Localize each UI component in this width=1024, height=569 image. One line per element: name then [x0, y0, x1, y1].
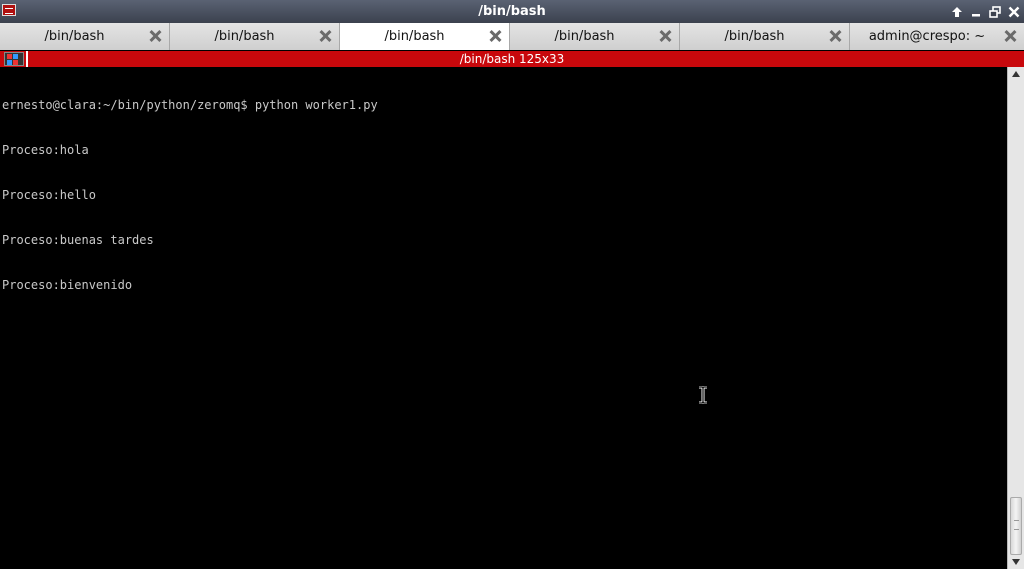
window-title: /bin/bash: [478, 4, 546, 19]
tab-bar: /bin/bash /bin/bash /bin/bash /bin/bash …: [0, 23, 1024, 50]
terminal-output[interactable]: ernesto@clara:~/bin/python/zeromq$ pytho…: [0, 67, 1007, 569]
tab-label: /bin/bash: [214, 29, 275, 44]
terminal-command-line: ernesto@clara:~/bin/python/zeromq$ pytho…: [2, 98, 378, 112]
tab-admin-crespo[interactable]: admin@crespo: ~: [850, 23, 1024, 50]
terminal-app-icon[interactable]: [2, 4, 16, 16]
terminal-line: Proceso:bienvenido: [2, 278, 133, 292]
tab-close-icon[interactable]: [828, 29, 842, 43]
session-header: /bin/bash 125x33: [0, 51, 1024, 67]
tab-close-icon[interactable]: [658, 29, 672, 43]
scrollbar-thumb[interactable]: [1010, 497, 1022, 555]
tab-close-icon[interactable]: [318, 29, 332, 43]
tab-close-icon[interactable]: [1003, 29, 1017, 43]
tab-close-icon[interactable]: [148, 29, 162, 43]
tab-close-icon[interactable]: [488, 29, 502, 43]
split-view-icon[interactable]: [4, 52, 24, 66]
tab-bin-bash-1[interactable]: /bin/bash: [0, 23, 170, 50]
tab-label: admin@crespo: ~: [868, 29, 986, 44]
close-icon[interactable]: [1006, 4, 1022, 20]
scroll-down-arrow-icon[interactable]: [1008, 555, 1024, 569]
session-title: /bin/bash 125x33: [459, 52, 565, 66]
window-controls: [949, 0, 1022, 23]
tab-bin-bash-2[interactable]: /bin/bash: [170, 23, 340, 50]
tab-label: /bin/bash: [724, 29, 785, 44]
up-arrow-icon[interactable]: [949, 4, 965, 20]
text-cursor-icon: [697, 385, 709, 405]
vertical-scrollbar[interactable]: [1007, 67, 1024, 569]
minimize-icon[interactable]: [968, 4, 984, 20]
tab-bin-bash-3-active[interactable]: /bin/bash: [340, 23, 510, 50]
terminal-line: Proceso:buenas tardes: [2, 233, 154, 247]
session-separator: [26, 51, 28, 67]
terminal-line: Proceso:hello: [2, 188, 96, 202]
tab-label: /bin/bash: [554, 29, 615, 44]
scroll-up-arrow-icon[interactable]: [1008, 67, 1024, 81]
tab-bin-bash-5[interactable]: /bin/bash: [680, 23, 850, 50]
terminal-line: Proceso:hola: [2, 143, 89, 157]
tab-label: /bin/bash: [44, 29, 105, 44]
tab-label: /bin/bash: [384, 29, 445, 44]
restore-icon[interactable]: [987, 4, 1003, 20]
tab-bin-bash-4[interactable]: /bin/bash: [510, 23, 680, 50]
window-titlebar[interactable]: /bin/bash: [0, 0, 1024, 23]
